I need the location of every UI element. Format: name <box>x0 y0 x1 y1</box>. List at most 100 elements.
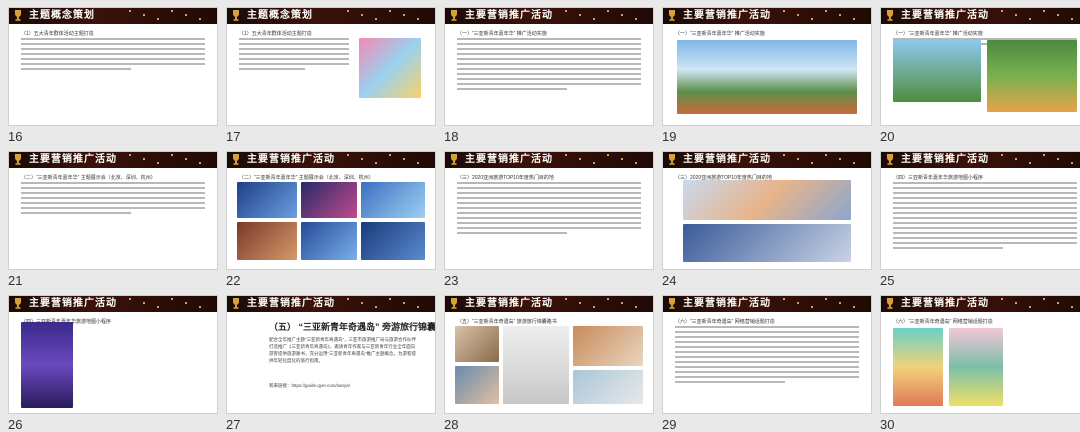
slide-preview[interactable]: 主要营销推广活动（四）三亚新青年嘉年华旅游地图小程序 <box>8 295 218 414</box>
text-line <box>457 182 641 184</box>
slide-number: 30 <box>880 417 895 432</box>
slide-header-bar: 主要营销推广活动 <box>445 296 653 312</box>
text-line <box>675 326 859 328</box>
guide-page <box>455 366 499 404</box>
text-line <box>21 68 132 70</box>
slide-preview[interactable]: 主要营销推广活动 （五） “三亚新青年奇遇岛” 旁游旅行锦囊路书 配合全年推广主题“… <box>226 295 436 414</box>
trophy-icon <box>231 153 241 166</box>
spark-decoration <box>579 302 581 304</box>
spark-decoration <box>811 162 813 164</box>
slide-title: 主要营销推广活动 <box>901 298 989 309</box>
slide-header-bar: 主要营销推广活动 <box>881 8 1080 24</box>
text-line <box>457 78 641 80</box>
body-text-lines <box>675 326 859 386</box>
slide-header-bar: 主题概念策划 <box>227 8 435 24</box>
slide-preview[interactable]: 主要营销推广活动 （一）“三亚新青年嘉年华” 推广活动实施 <box>662 7 872 126</box>
spark-decoration <box>565 298 567 300</box>
slide-title: 主要营销推广活动 <box>465 10 553 21</box>
text-line <box>893 242 1077 244</box>
trophy-icon <box>231 9 241 22</box>
guide-page <box>455 326 499 362</box>
spark-decoration <box>783 10 785 12</box>
text-line <box>457 68 641 70</box>
spark-decoration <box>853 18 855 20</box>
slide-number: 27 <box>226 417 241 432</box>
spark-decoration <box>1071 18 1073 20</box>
trophy-icon <box>667 153 677 166</box>
slide-preview[interactable]: 主要营销推广活动 （一）“三亚新青年嘉年华” 推广活动实施 <box>444 7 654 126</box>
text-line <box>893 237 1077 239</box>
text-line <box>457 217 641 219</box>
event-photo <box>893 40 981 102</box>
guide-page <box>573 326 643 366</box>
slide-preview[interactable]: 主题概念策划 （1）五大青年群体活动主题打造 <box>8 7 218 126</box>
spark-decoration <box>635 162 637 164</box>
slide-number: 17 <box>226 129 241 144</box>
text-line <box>21 207 205 209</box>
slide-preview[interactable]: 主要营销推广活动 （六）“三亚新青年奇遇岛” 网络营销话题打造 <box>662 295 872 414</box>
slide-subtitle: （一）“三亚新青年嘉年华” 推广活动实施 <box>893 31 983 37</box>
slide-title: 主要营销推广活动 <box>901 154 989 165</box>
mascot-illustration <box>359 38 421 98</box>
slide-title: 主要营销推广活动 <box>683 10 771 21</box>
spark-decoration <box>171 298 173 300</box>
spark-decoration <box>347 10 349 12</box>
slide-title: 主要营销推广活动 <box>465 298 553 309</box>
spark-decoration <box>361 158 363 160</box>
text-line <box>21 63 205 65</box>
slide-number: 29 <box>662 417 677 432</box>
text-line <box>239 43 349 45</box>
text-line <box>239 63 349 65</box>
spark-decoration <box>1057 14 1059 16</box>
text-line <box>675 331 859 333</box>
trophy-icon <box>13 297 23 310</box>
spark-decoration <box>635 306 637 308</box>
slide-preview[interactable]: 主要营销推广活动 （六）“三亚新青年奇遇岛” 网络营销话题打造 <box>880 295 1080 414</box>
slide-preview[interactable]: 主要营销推广活动 （三）2020亚洲旅游TOP10年度热门目的地 <box>444 151 654 270</box>
slide-header-bar: 主要营销推广活动 <box>445 8 653 24</box>
text-line <box>457 38 641 40</box>
spark-decoration <box>839 158 841 160</box>
spark-decoration <box>199 162 201 164</box>
slide-preview[interactable]: 主要营销推广活动 （二）“三亚新青年嘉年华” 主题展示会（北京、深圳、杭州） <box>226 151 436 270</box>
text-line <box>21 192 205 194</box>
spark-decoration <box>1015 158 1017 160</box>
slide-header-bar: 主要营销推广活动 <box>9 296 217 312</box>
text-line <box>239 68 305 70</box>
slide-subtitle: （五）“三亚新青年奇遇岛” 旅游旅行锦囊路书 <box>457 319 557 325</box>
spark-decoration <box>565 10 567 12</box>
slide-header-bar: 主要营销推广活动 <box>663 152 871 168</box>
text-line <box>893 207 1077 209</box>
text-line <box>457 227 641 229</box>
event-photo <box>361 182 425 218</box>
text-line <box>457 73 641 75</box>
event-photo <box>683 224 851 262</box>
text-line <box>893 247 1004 249</box>
text-line <box>893 187 1077 189</box>
slide-preview[interactable]: 主要营销推广活动 （一）“三亚新青年嘉年华” 推广活动实施 <box>880 7 1080 126</box>
spark-decoration <box>853 162 855 164</box>
spark-decoration <box>579 158 581 160</box>
spark-decoration <box>579 14 581 16</box>
slide-preview[interactable]: 主要营销推广活动 （二）“三亚新青年嘉年华” 主题展示会（北京、深圳、杭州） <box>8 151 218 270</box>
slide-title: 主要营销推广活动 <box>247 298 335 309</box>
slide-title: 主要营销推广活动 <box>29 154 117 165</box>
text-line <box>457 48 641 50</box>
spark-decoration <box>129 10 131 12</box>
slide-paragraph: 配合全年推广主题“三亚新青年奇遇岛”，三亚市旅游推广局与旅游合作伙伴打造推广《三… <box>269 337 416 363</box>
slide-subtitle: （一）“三亚新青年嘉年华” 推广活动实施 <box>675 31 765 37</box>
slide-preview[interactable]: 主题概念策划 （1）五大青年群体活动主题打造 <box>226 7 436 126</box>
slide-preview[interactable]: 主要营销推广活动 （三）2020亚洲旅游TOP10年度热门目的地 <box>662 151 872 270</box>
spark-decoration <box>361 302 363 304</box>
spark-decoration <box>157 306 159 308</box>
text-line <box>239 48 349 50</box>
body-text-lines <box>893 182 1077 252</box>
slide-preview[interactable]: 主要营销推广活动 （五）“三亚新青年奇遇岛” 旅游旅行锦囊路书 <box>444 295 654 414</box>
event-photo <box>987 40 1077 112</box>
slide-subtitle: （一）“三亚新青年嘉年华” 推广活动实施 <box>457 31 547 37</box>
slide-link[interactable]: 和来链接：https://guide.qyer.com/sanya/ <box>269 382 419 389</box>
spark-decoration <box>1057 158 1059 160</box>
text-line <box>893 222 1077 224</box>
slide-preview[interactable]: 主要营销推广活动（四）三亚新青年嘉年华旅游地图小程序 <box>880 151 1080 270</box>
